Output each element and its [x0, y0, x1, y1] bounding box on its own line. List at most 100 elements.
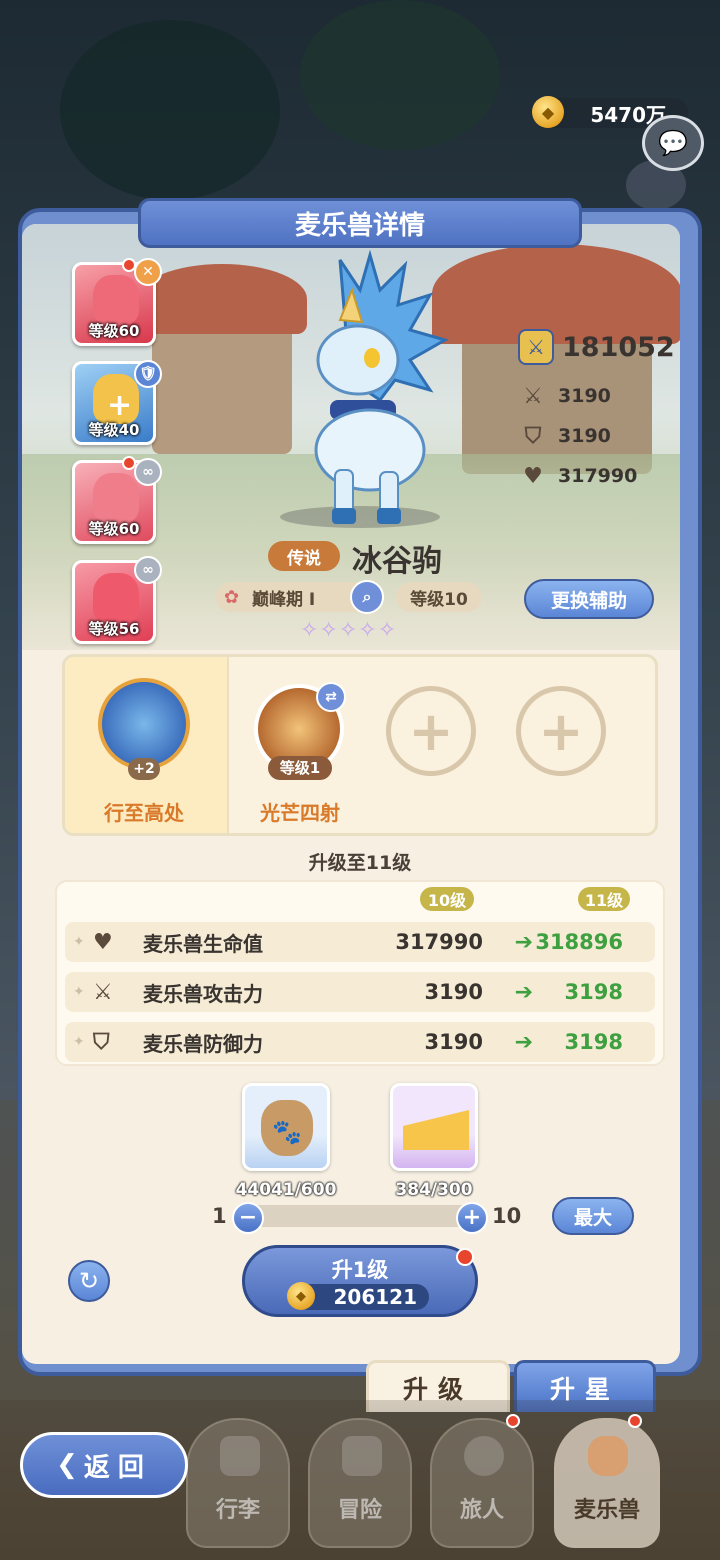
table-row: ✦ ⚔ 麦乐兽攻击力 3190 ➔ 3198	[65, 972, 655, 1012]
defense-value: 3190	[558, 425, 611, 447]
nav-label: 行李	[215, 1498, 260, 1523]
table-row: ✦ ♥ 麦乐兽生命值 317990 ➔ 318896	[65, 922, 655, 962]
stats-block: ⚔ 181052 ⚔ 3190 ⛉ 3190 ♥ 317990	[518, 326, 675, 496]
material-count: 384/300	[395, 1180, 473, 1200]
alert-dot	[122, 258, 136, 272]
level-pill: 等级10	[396, 582, 482, 612]
heart-icon: ♥	[523, 463, 543, 489]
sparkle-icon: ✦	[73, 1034, 85, 1050]
arrow-right-icon: ➔	[514, 979, 533, 1005]
attack-row: ⚔ 3190	[518, 376, 675, 416]
to-level-header: 11级	[578, 887, 630, 911]
stage-pill: ✿ 巅峰期 I ⌕	[216, 580, 384, 614]
chat-bubble-icon: 💬	[658, 129, 688, 157]
max-button[interactable]: 最大	[552, 1197, 634, 1235]
monster-name: 冰谷驹	[352, 544, 442, 579]
traveler-icon	[464, 1436, 504, 1476]
skill-2-name: 光芒四射	[260, 801, 340, 825]
back-arrow-icon: ❮	[56, 1450, 78, 1480]
rarity-badge: 传说	[268, 541, 340, 571]
alert-dot	[456, 1248, 474, 1266]
alert-dot	[628, 1414, 642, 1428]
swords-icon: ⚔	[523, 383, 543, 409]
reset-button[interactable]: ↻	[68, 1260, 110, 1302]
upgrade-title: 升级至11级	[308, 852, 412, 874]
back-label: 返回	[83, 1452, 152, 1483]
nav-luggage[interactable]: 行李	[186, 1418, 290, 1548]
level-up-button[interactable]: 升1级 ◆ 206121	[242, 1245, 478, 1317]
row-to: 3198	[564, 1030, 623, 1054]
panel-title-text: 麦乐兽详情	[294, 210, 425, 241]
add-skill-slot-1[interactable]: +	[386, 686, 476, 776]
add-skill-slot-2[interactable]: +	[516, 686, 606, 776]
swap-helper-button[interactable]: 更换辅助	[524, 579, 654, 619]
alert-dot	[506, 1414, 520, 1428]
nav-traveler[interactable]: 旅人	[430, 1418, 534, 1548]
stage-text: 巅峰期 I	[252, 589, 316, 610]
row-to: 318896	[535, 930, 623, 954]
pet-face-icon	[588, 1436, 628, 1476]
magnify-icon[interactable]: ⌕	[350, 580, 384, 614]
cost-value: 206121	[333, 1285, 418, 1309]
chat-button[interactable]: 💬	[642, 115, 704, 171]
backpack-icon	[220, 1436, 260, 1476]
row-label: 麦乐兽生命值	[143, 931, 263, 956]
minus-button[interactable]: −	[232, 1202, 264, 1234]
row-from: 317990	[395, 930, 483, 954]
heart-icon: ♥	[93, 929, 113, 955]
link-icon: ∞	[134, 556, 162, 584]
shield-badge-icon: 🛡	[134, 360, 162, 388]
hp-row: ♥ 317990	[518, 456, 675, 496]
flower-icon: ✿	[224, 586, 240, 608]
level-up-cost: ◆ 206121	[287, 1282, 429, 1310]
helper-level: 等级56	[88, 620, 140, 638]
helper-level: 等级60	[88, 520, 140, 538]
nav-label: 麦乐兽	[573, 1498, 640, 1523]
defense-row: ⛉ 3190	[518, 416, 675, 456]
nav-pets[interactable]: 麦乐兽	[554, 1418, 660, 1548]
crossed-swords-icon	[342, 1436, 382, 1476]
sparkle-icon: ✦	[73, 984, 85, 1000]
table-row: ✦ ⛉ 麦乐兽防御力 3190 ➔ 3198	[65, 1022, 655, 1062]
panel-title: 麦乐兽详情	[138, 198, 582, 248]
swords-icon: ⚔	[93, 979, 113, 1005]
level-up-label: 升1级	[331, 1258, 389, 1282]
remove-icon[interactable]: ✕	[134, 258, 162, 286]
nav-label: 旅人	[459, 1498, 504, 1523]
coin-icon: ◆	[532, 96, 564, 128]
back-button[interactable]: ❮ 返回	[20, 1432, 188, 1498]
helper-level: 等级60	[88, 322, 140, 340]
skill-icon-1[interactable]	[98, 678, 190, 770]
level-slider[interactable]	[240, 1205, 480, 1227]
nav-adventure[interactable]: 冒险	[308, 1418, 412, 1548]
power-row: ⚔ 181052	[518, 326, 675, 368]
shield-icon: ⛉	[93, 1029, 110, 1055]
link-icon: ∞	[134, 458, 162, 486]
power-value: 181052	[562, 331, 675, 363]
paw-bag-icon: 🐾	[261, 1100, 313, 1156]
material-paw-bag[interactable]: 🐾	[242, 1083, 330, 1171]
slider-max: 10	[492, 1204, 522, 1228]
material-cheese[interactable]	[390, 1083, 478, 1171]
skill-1-name: 行至高处	[104, 801, 184, 825]
attack-value: 3190	[558, 385, 611, 407]
refresh-icon: ↻	[78, 1267, 100, 1295]
swap-skill-icon[interactable]: ⇄	[316, 682, 346, 712]
star-rating: ✧✧✧✧✧	[300, 618, 398, 643]
alert-dot	[122, 456, 136, 470]
plus-button[interactable]: +	[456, 1202, 488, 1234]
skill-1-badge: +2	[128, 758, 160, 780]
plus-icon: +	[408, 699, 454, 763]
arrow-right-icon: ➔	[514, 1029, 533, 1055]
arrow-right-icon: ➔	[514, 929, 533, 955]
hp-value: 317990	[558, 465, 638, 487]
row-label: 麦乐兽防御力	[143, 1031, 263, 1056]
monster-illustration	[314, 250, 449, 524]
power-shield-icon: ⚔	[518, 329, 554, 365]
material-count: 44041/600	[235, 1180, 337, 1200]
nav-label: 冒险	[337, 1498, 382, 1523]
heal-plus-icon: +	[107, 388, 133, 423]
from-level-header: 10级	[420, 887, 474, 911]
slider-min: 1	[212, 1204, 227, 1228]
shield-icon: ⛉	[524, 423, 542, 449]
